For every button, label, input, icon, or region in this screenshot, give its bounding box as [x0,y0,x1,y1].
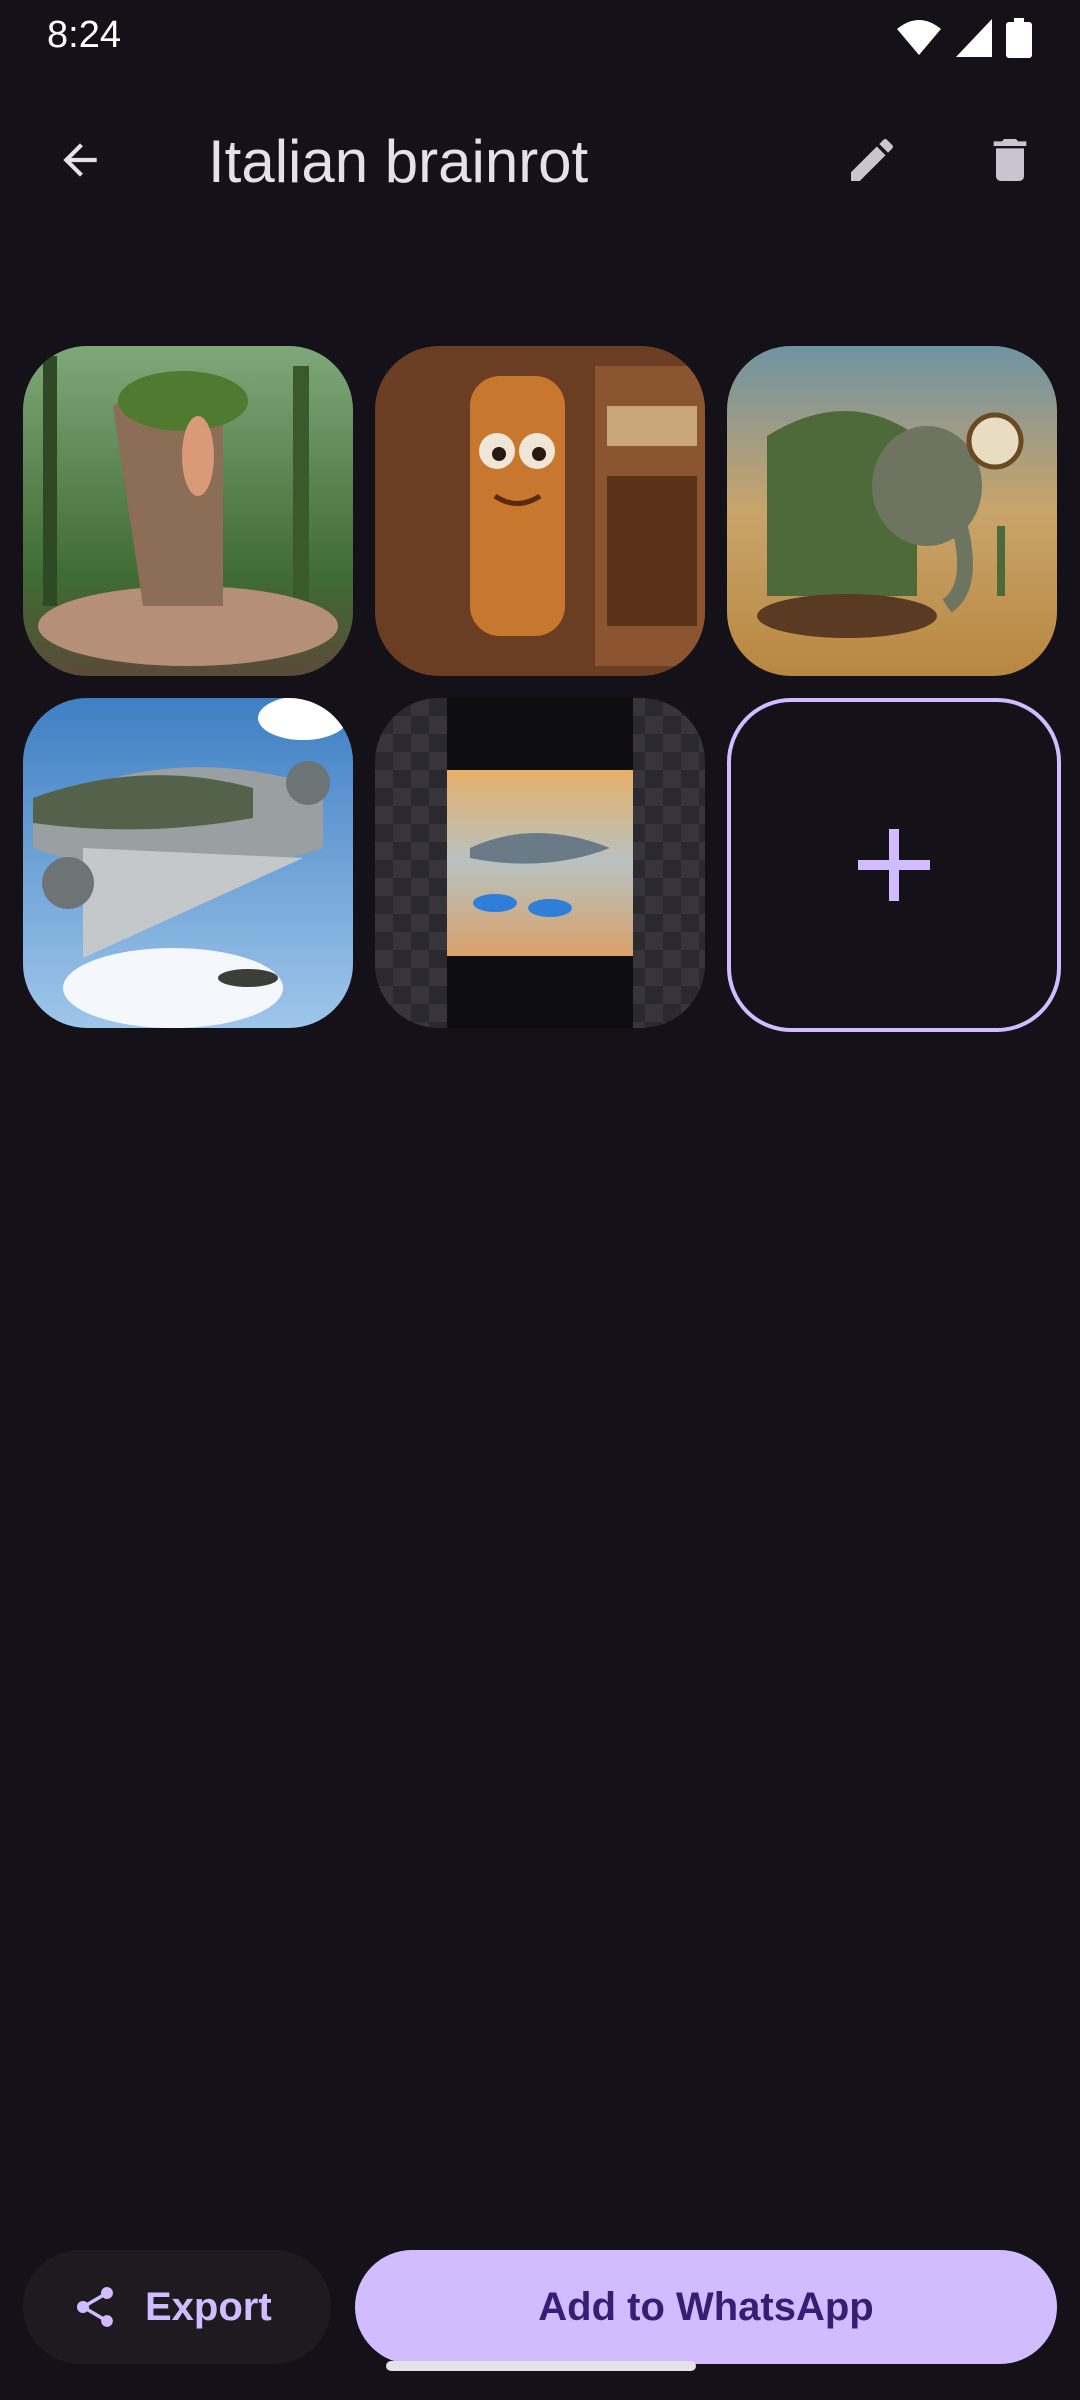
sticker-image [23,698,353,1028]
add-sticker-button[interactable] [727,698,1061,1032]
sticker-tile[interactable] [375,346,705,676]
sticker-image [23,346,353,676]
sticker-image [375,346,705,676]
delete-button[interactable] [970,120,1050,200]
page-title: Italian brainrot [208,128,589,195]
trash-icon [993,139,1027,181]
add-to-whatsapp-label: Add to WhatsApp [538,2284,874,2329]
export-label: Export [145,2284,272,2329]
status-bar: 8:24 [0,0,1080,80]
arrow-back-icon [63,143,97,177]
status-time: 8:24 [47,14,121,56]
back-button[interactable] [40,120,120,200]
export-button[interactable]: Export [23,2250,331,2364]
edit-button[interactable] [832,120,912,200]
home-indicator[interactable] [386,2361,696,2371]
plus-icon [858,829,930,901]
battery-icon [1006,18,1032,58]
sticker-image [727,346,1057,676]
status-icons [896,18,1032,58]
sticker-tile[interactable] [727,346,1057,676]
add-to-whatsapp-button[interactable]: Add to WhatsApp [355,2250,1057,2364]
sticker-tile[interactable] [23,346,353,676]
share-icon [76,2287,113,2327]
top-app-bar: Italian brainrot [0,100,1080,220]
pencil-icon [851,138,894,181]
sticker-tile[interactable] [23,698,353,1028]
cellular-signal-icon [956,19,992,57]
sticker-image [375,698,705,1028]
wifi-icon [897,20,941,55]
sticker-tile[interactable] [375,698,705,1028]
